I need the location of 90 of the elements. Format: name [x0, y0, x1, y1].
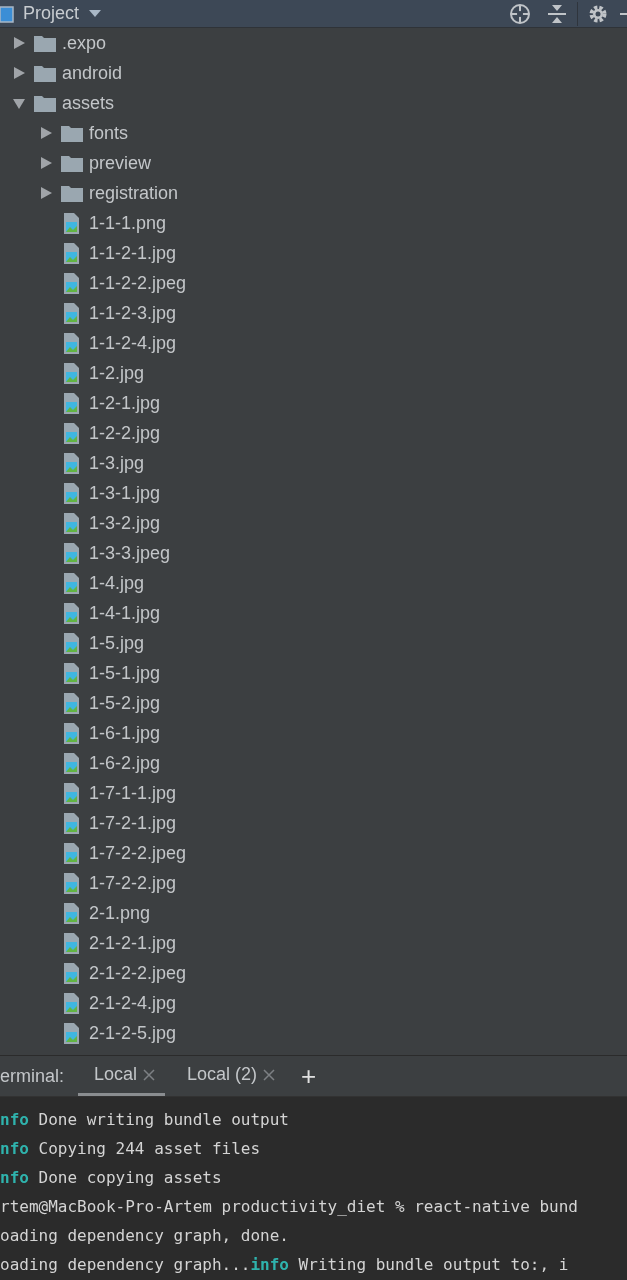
file-name[interactable]: 1-3-3.jpeg	[89, 542, 171, 564]
terminal-line: rtem@MacBook-Pro-Artem productivity_diet % react-native bund	[0, 1196, 579, 1218]
file-name[interactable]: 1-5-2.jpg	[89, 692, 161, 714]
image-file-icon	[63, 331, 80, 355]
terminal-line: nfo Copying 244 asset files	[0, 1138, 262, 1160]
file-name[interactable]: 1-7-2-1.jpg	[89, 812, 177, 834]
folder-icon	[61, 184, 83, 202]
file-name[interactable]: 1-3.jpg	[89, 452, 145, 474]
crosshair-icon[interactable]	[509, 2, 531, 25]
image-file-icon	[63, 1021, 80, 1045]
expanded-arrow-icon[interactable]	[12, 96, 26, 110]
file-name[interactable]: 2-1-2-1.jpg	[89, 932, 177, 954]
file-name[interactable]: fonts	[89, 122, 129, 144]
image-file-icon	[63, 361, 80, 385]
image-file-icon	[63, 481, 80, 505]
image-file-icon	[63, 841, 80, 865]
file-name[interactable]: 1-2-1.jpg	[89, 392, 161, 414]
file-name[interactable]: 1-6-1.jpg	[89, 722, 161, 744]
collapsed-arrow-icon[interactable]	[39, 156, 53, 170]
file-name[interactable]: 1-2-2.jpg	[89, 422, 161, 444]
terminal-line: nfo Done writing bundle output	[0, 1109, 290, 1131]
file-name[interactable]: assets	[62, 92, 115, 114]
image-file-icon	[63, 541, 80, 565]
file-name[interactable]: registration	[89, 182, 179, 204]
file-name[interactable]: 1-3-2.jpg	[89, 512, 161, 534]
folder-icon	[34, 34, 56, 52]
file-name[interactable]: 1-5-1.jpg	[89, 662, 161, 684]
file-name[interactable]: 1-1-2-2.jpeg	[89, 272, 187, 294]
file-name[interactable]: 1-1-1.png	[89, 212, 167, 234]
image-file-icon	[63, 271, 80, 295]
image-file-icon	[63, 511, 80, 535]
panel-title[interactable]: Project	[23, 3, 80, 24]
new-tab-button[interactable]: +	[301, 1060, 317, 1092]
file-name[interactable]: 1-1-2-3.jpg	[89, 302, 177, 324]
file-name[interactable]: 1-1-2-4.jpg	[89, 332, 177, 354]
file-name[interactable]: 1-7-2-2.jpg	[89, 872, 177, 894]
file-name[interactable]: 2-1-2-5.jpg	[89, 1022, 177, 1044]
dropdown-caret-icon[interactable]	[89, 10, 102, 17]
image-file-icon	[63, 871, 80, 895]
folder-icon	[61, 154, 83, 172]
file-name[interactable]: 2-1-2-4.jpg	[89, 992, 177, 1014]
image-file-icon	[63, 211, 80, 235]
file-name[interactable]: 1-1-2-1.jpg	[89, 242, 177, 264]
image-file-icon	[63, 601, 80, 625]
file-name[interactable]: 1-7-1-1.jpg	[89, 782, 177, 804]
file-name[interactable]: 1-2.jpg	[89, 362, 145, 384]
file-name[interactable]: 1-6-2.jpg	[89, 752, 161, 774]
file-name[interactable]: android	[62, 62, 123, 84]
terminal-line: nfo Done copying assets	[0, 1167, 223, 1189]
file-name[interactable]: 1-4.jpg	[89, 572, 145, 594]
terminal-line: oading dependency graph, done.	[0, 1225, 290, 1247]
file-name[interactable]: 2-1-2-2.jpeg	[89, 962, 187, 984]
image-file-icon	[63, 781, 80, 805]
file-name[interactable]: 1-4-1.jpg	[89, 602, 161, 624]
image-file-icon	[63, 901, 80, 925]
image-file-icon	[63, 961, 80, 985]
image-file-icon	[63, 661, 80, 685]
file-name[interactable]: 1-7-2-2.jpeg	[89, 842, 187, 864]
file-name[interactable]: .expo	[62, 32, 107, 54]
file-name[interactable]: 1-5.jpg	[89, 632, 145, 654]
image-file-icon	[63, 571, 80, 595]
terminal-label: erminal:	[0, 1065, 65, 1087]
image-file-icon	[63, 931, 80, 955]
image-file-icon	[63, 451, 80, 475]
image-file-icon	[63, 721, 80, 745]
file-name[interactable]: 1-3-1.jpg	[89, 482, 161, 504]
image-file-icon	[63, 631, 80, 655]
image-file-icon	[63, 991, 80, 1015]
settings-icon[interactable]	[588, 3, 608, 24]
image-file-icon	[63, 391, 80, 415]
image-file-icon	[63, 421, 80, 445]
folder-icon	[34, 64, 56, 82]
file-name[interactable]: preview	[89, 152, 152, 174]
collapsed-arrow-icon[interactable]	[12, 36, 26, 50]
terminal-tab[interactable]: Local (2)	[171, 1056, 286, 1096]
collapse-all-icon[interactable]	[547, 3, 567, 24]
collapsed-arrow-icon[interactable]	[39, 186, 53, 200]
image-file-icon	[63, 811, 80, 835]
close-icon[interactable]	[263, 1068, 276, 1081]
image-file-icon	[63, 301, 80, 325]
folder-icon	[61, 124, 83, 142]
collapsed-arrow-icon[interactable]	[12, 66, 26, 80]
terminal-line: oading dependency graph...info Writing bundle output to:, i	[0, 1254, 570, 1276]
folder-icon	[34, 94, 56, 112]
close-icon[interactable]	[143, 1068, 156, 1081]
image-file-icon	[63, 241, 80, 265]
image-file-icon	[63, 691, 80, 715]
file-name[interactable]: 2-1.png	[89, 902, 151, 924]
image-file-icon	[63, 751, 80, 775]
collapsed-arrow-icon[interactable]	[39, 126, 53, 140]
